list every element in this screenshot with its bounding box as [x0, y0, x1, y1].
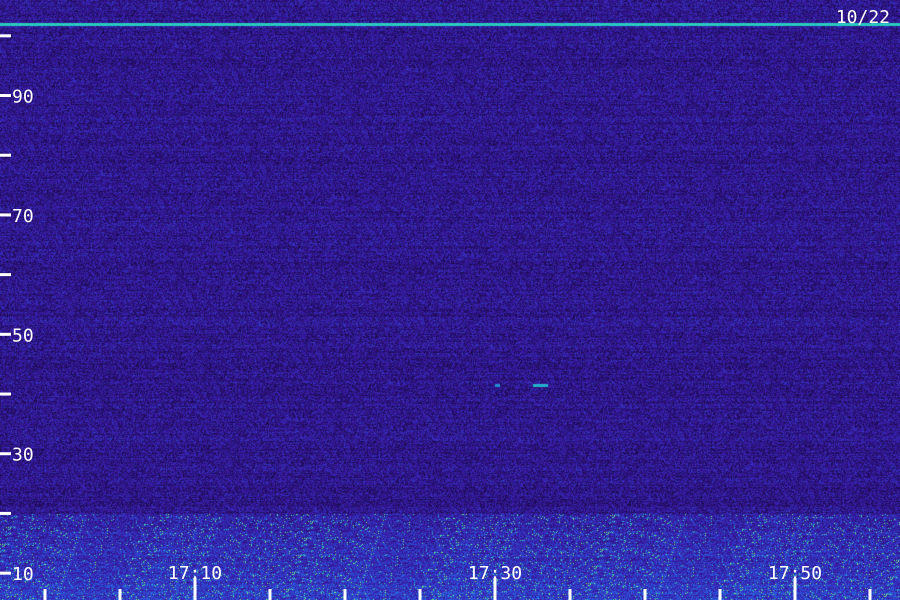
- date-label: 10/22: [836, 7, 890, 28]
- x-tick-label-1730: 17:30: [468, 563, 522, 584]
- y-tick-label-10: 10: [12, 564, 34, 585]
- y-axis: 10 30 50 70 90: [0, 34, 34, 585]
- x-tick-label-1710: 17:10: [168, 563, 222, 584]
- y-tick-label-30: 30: [12, 445, 34, 466]
- y-tick-label-70: 70: [12, 206, 34, 227]
- x-axis: 17:10 17:30 17:50: [43, 563, 872, 600]
- spectrogram-chart: 10 30 50 70 90 17:10 17:30 17:50 10/22: [0, 0, 900, 600]
- chart-overlay: 10 30 50 70 90 17:10 17:30 17:50 10/22: [0, 7, 890, 600]
- y-tick-label-50: 50: [12, 325, 34, 346]
- y-tick-label-90: 90: [12, 87, 34, 108]
- x-tick-label-1750: 17:50: [768, 563, 822, 584]
